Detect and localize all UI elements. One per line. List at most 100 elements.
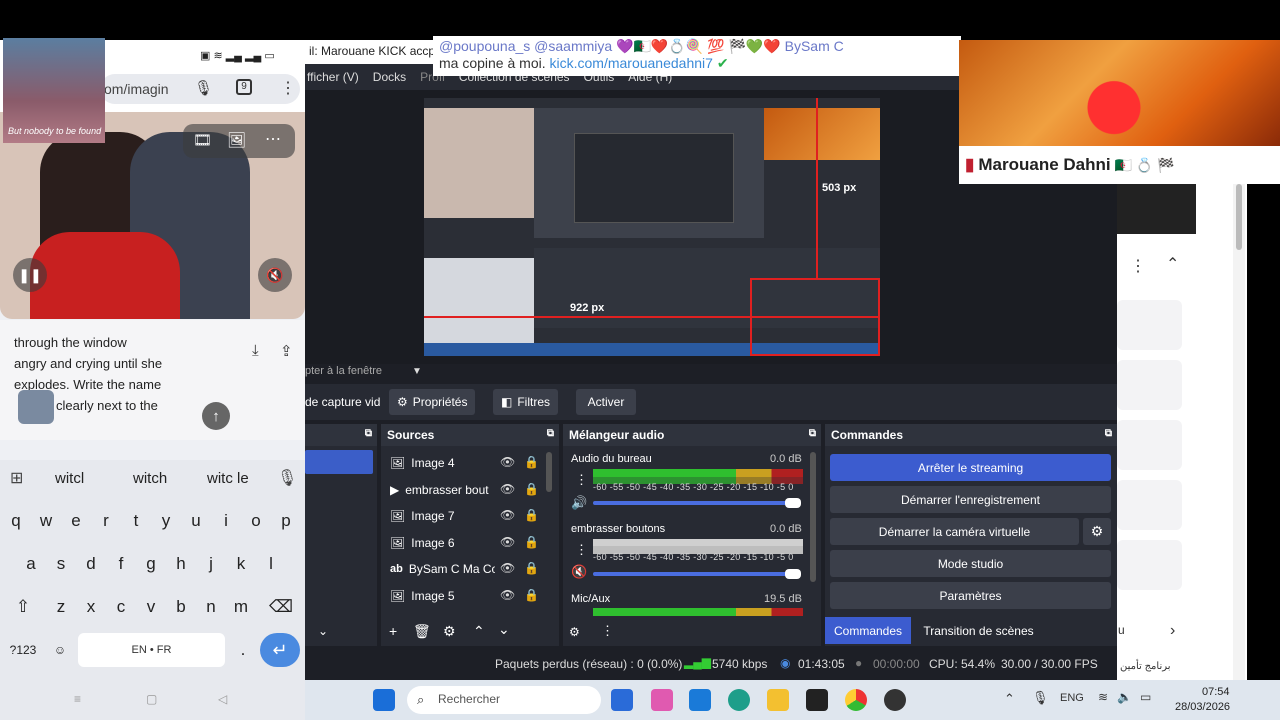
key[interactable]: r: [93, 504, 119, 538]
eye-icon[interactable]: 👁: [500, 588, 515, 602]
eye-icon[interactable]: 👁: [500, 535, 515, 549]
kebab-menu-icon[interactable]: ⋮: [601, 623, 614, 639]
browser-card[interactable]: [1117, 420, 1182, 470]
key[interactable]: l: [258, 547, 284, 581]
undock-icon[interactable]: ⧉: [809, 428, 816, 439]
activate-button[interactable]: Activer: [576, 389, 636, 415]
key[interactable]: m: [228, 590, 254, 624]
menu-view[interactable]: fficher (V): [307, 70, 359, 84]
clock-time[interactable]: 07:54: [1202, 686, 1230, 698]
enter-key[interactable]: ↵: [260, 633, 300, 667]
lock-icon[interactable]: 🔒: [524, 588, 539, 602]
taskbar-search[interactable]: [407, 686, 601, 714]
key[interactable]: h: [168, 547, 194, 581]
key[interactable]: q: [3, 504, 29, 538]
muted-speaker-icon[interactable]: 🔇: [571, 564, 587, 580]
studio-mode-button[interactable]: Mode studio: [830, 550, 1111, 577]
attached-image-thumbnail[interactable]: [18, 390, 54, 424]
outlook-icon[interactable]: [689, 689, 711, 711]
gear-icon[interactable]: ⚙: [443, 623, 456, 640]
lock-icon[interactable]: 🔒: [524, 561, 539, 575]
chevron-down-icon[interactable]: ▼: [412, 366, 422, 377]
film-icon[interactable]: 🎞: [193, 131, 212, 149]
download-icon[interactable]: ⤓: [252, 342, 259, 359]
browser-card[interactable]: [1117, 300, 1182, 350]
kebab-menu-icon[interactable]: ⋮: [280, 78, 296, 98]
battery-icon[interactable]: ▭: [1140, 690, 1151, 704]
lock-icon[interactable]: 🔒: [524, 455, 539, 469]
microphone-icon[interactable]: 🎙: [1032, 690, 1049, 706]
wifi-icon[interactable]: ≋: [1098, 690, 1108, 704]
key[interactable]: y: [153, 504, 179, 538]
obs-icon[interactable]: [884, 689, 906, 711]
language-indicator[interactable]: ENG: [1060, 692, 1084, 704]
eye-icon[interactable]: 👁: [500, 561, 515, 575]
key[interactable]: v: [138, 590, 164, 624]
key[interactable]: g: [138, 547, 164, 581]
speaker-icon[interactable]: 🔊: [571, 495, 587, 511]
key[interactable]: t: [123, 504, 149, 538]
microphone-icon[interactable]: 🎙: [194, 79, 213, 97]
chevron-up-icon[interactable]: ⌃: [1166, 254, 1179, 274]
microphone-icon[interactable]: 🎙: [277, 468, 297, 488]
key[interactable]: b: [168, 590, 194, 624]
lock-icon[interactable]: 🔒: [524, 482, 539, 496]
mixer-scrollbar[interactable]: [810, 452, 816, 582]
add-icon[interactable]: +: [389, 623, 397, 639]
symbols-key[interactable]: ?123: [4, 633, 42, 667]
emoji-key[interactable]: ☺: [48, 633, 72, 667]
settings-button[interactable]: Paramètres: [830, 582, 1111, 609]
clock-date[interactable]: 28/03/2026: [1175, 701, 1230, 713]
scene-item-selected[interactable]: [305, 450, 373, 474]
gear-icon[interactable]: ⚙: [569, 625, 580, 639]
key[interactable]: i: [213, 504, 239, 538]
shift-key[interactable]: ⇧: [8, 590, 38, 624]
nav-home-icon[interactable]: ▢: [146, 692, 157, 706]
volume-icon[interactable]: 🔈: [1117, 690, 1132, 704]
share-icon[interactable]: ⇪: [280, 342, 293, 360]
suggestion[interactable]: witcl: [55, 470, 84, 487]
stop-streaming-button[interactable]: Arrêter le streaming: [830, 454, 1111, 481]
volume-slider[interactable]: [593, 501, 793, 505]
tabs-count-icon[interactable]: 9: [236, 79, 252, 95]
stream-preview[interactable]: 503 px 922 px: [424, 98, 880, 356]
key[interactable]: n: [198, 590, 224, 624]
app-icon[interactable]: [611, 689, 633, 711]
kebab-menu-icon[interactable]: ⋮: [1130, 256, 1146, 276]
send-button[interactable]: ↑: [202, 402, 230, 430]
filters-button[interactable]: ◧ Filtres: [493, 389, 559, 415]
tab-commands[interactable]: Commandes: [825, 617, 911, 644]
key[interactable]: e: [63, 504, 89, 538]
trash-icon[interactable]: 🗑: [413, 623, 431, 640]
key[interactable]: u: [183, 504, 209, 538]
pause-button[interactable]: ❚❚: [13, 258, 47, 292]
chevron-up-icon[interactable]: ⌃: [1004, 691, 1015, 707]
lock-icon[interactable]: 🔒: [524, 508, 539, 522]
windows-start-icon[interactable]: [373, 689, 395, 711]
scroll-thumb[interactable]: [1236, 184, 1242, 250]
undock-icon[interactable]: ⧉: [547, 428, 554, 439]
key[interactable]: s: [48, 547, 74, 581]
lock-icon[interactable]: 🔒: [524, 535, 539, 549]
nav-menu-icon[interactable]: ≡: [74, 692, 81, 706]
key[interactable]: o: [243, 504, 269, 538]
chevron-down-icon[interactable]: ⌄: [318, 624, 328, 638]
copilot-icon[interactable]: [651, 689, 673, 711]
start-virtual-camera-button[interactable]: Démarrer la caméra virtuelle: [830, 518, 1079, 545]
backspace-key[interactable]: ⌫: [264, 590, 298, 624]
tab-scene-transitions[interactable]: Transition de scènes: [916, 617, 1041, 644]
key[interactable]: z: [48, 590, 74, 624]
file-explorer-icon[interactable]: [767, 689, 789, 711]
kebab-menu-icon[interactable]: ⋮: [575, 542, 588, 558]
key[interactable]: x: [78, 590, 104, 624]
menu-docks[interactable]: Docks: [373, 70, 406, 84]
mute-button[interactable]: 🔇: [258, 258, 292, 292]
eye-icon[interactable]: 👁: [500, 455, 515, 469]
chat-link[interactable]: kick.com/marouanedahni7: [550, 55, 713, 71]
chrome-icon[interactable]: [845, 689, 867, 711]
key[interactable]: a: [18, 547, 44, 581]
properties-button[interactable]: ⚙ Propriétés: [389, 389, 476, 415]
edge-icon[interactable]: [728, 689, 750, 711]
key[interactable]: f: [108, 547, 134, 581]
browser-card[interactable]: [1117, 540, 1182, 590]
